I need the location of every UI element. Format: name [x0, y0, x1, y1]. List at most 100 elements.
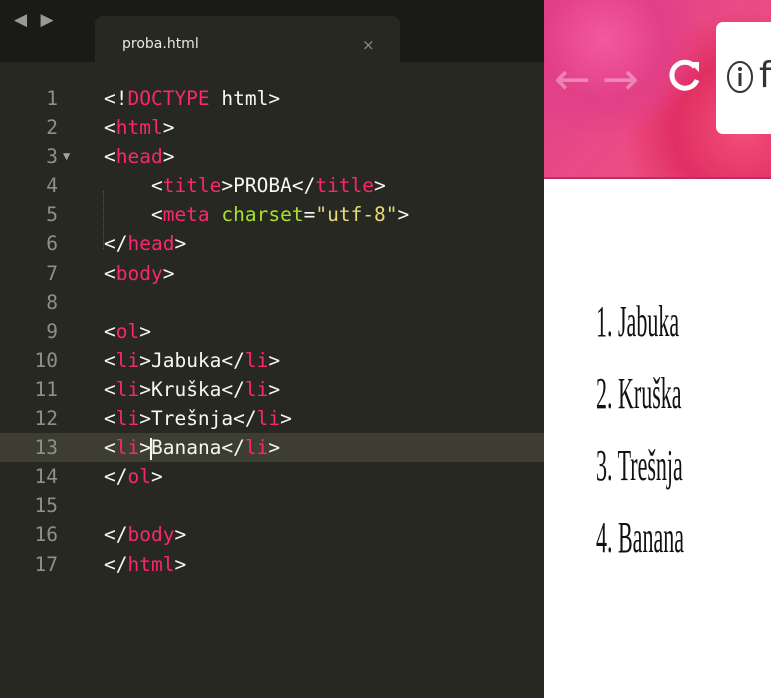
- address-bar[interactable]: f: [716, 22, 771, 134]
- line-number: 9: [46, 319, 58, 343]
- plain-token: =: [303, 203, 316, 227]
- code-text: <html>: [104, 113, 174, 142]
- code-text: </ol>: [104, 462, 163, 491]
- line-number: 14: [34, 465, 58, 489]
- tag-token: ol: [115, 319, 140, 343]
- line-number: 10: [34, 348, 58, 372]
- plain-token: >: [374, 174, 386, 198]
- plain-token: >Jabuka</: [139, 348, 245, 372]
- code-text: <li>Jabuka</li>: [104, 346, 280, 375]
- code-text: <title>PROBA</title>: [104, 171, 386, 200]
- tab-proba-html[interactable]: proba.html ×: [95, 16, 400, 62]
- list-item: 4. Banana: [596, 513, 684, 562]
- code-line[interactable]: 7 <body>: [0, 259, 544, 288]
- tag-token: html: [115, 116, 163, 140]
- list-item: 3. Trešnja: [596, 441, 683, 490]
- ordered-list: 1. Jabuka 2. Kruška 3. Trešnja 4. Banana: [596, 286, 771, 574]
- plain-token: <: [104, 145, 116, 169]
- toolbar-divider: [544, 177, 771, 179]
- code-text: </body>: [104, 520, 186, 549]
- code-line[interactable]: 4 <title>PROBA</title>: [0, 171, 544, 200]
- plain-token: >Trešnja</: [139, 407, 257, 431]
- code-area[interactable]: 1 <!DOCTYPE html> 2 <html> 3 ▼ <head> 4 <title>…: [0, 84, 544, 579]
- tag-token: title: [315, 174, 375, 198]
- tag-token: body: [115, 261, 163, 285]
- code-line[interactable]: 10 <li>Jabuka</li>: [0, 346, 544, 375]
- plain-token: >: [397, 203, 410, 227]
- tag-token: li: [244, 377, 269, 401]
- tag-token: ol: [127, 465, 151, 489]
- tab-title: proba.html: [122, 36, 199, 52]
- plain-token: <: [104, 174, 163, 198]
- code-text: </head>: [104, 229, 186, 258]
- tag-token: title: [162, 174, 222, 198]
- tab-nav-arrows[interactable]: ◀ ▶: [14, 10, 58, 30]
- plain-token: </: [104, 523, 128, 547]
- plain-token: >: [174, 523, 187, 547]
- code-line[interactable]: 8: [0, 288, 544, 317]
- code-line[interactable]: 9 <ol>: [0, 317, 544, 346]
- line-number: 5: [46, 203, 58, 227]
- plain-token: >: [174, 552, 187, 576]
- tag-token: li: [244, 436, 269, 460]
- line-number: 12: [34, 407, 58, 431]
- code-line[interactable]: 11 <li>Kruška</li>: [0, 375, 544, 404]
- code-line[interactable]: 1 <!DOCTYPE html>: [0, 84, 544, 113]
- plain-token: html>: [209, 87, 281, 110]
- plain-token: <: [104, 377, 116, 401]
- plain-token: >: [162, 261, 175, 285]
- close-icon[interactable]: ×: [362, 36, 375, 54]
- plain-token: </: [104, 465, 128, 489]
- code-line[interactable]: 13 <li>Banana</li>: [0, 433, 544, 463]
- code-text: <ol>: [104, 317, 151, 346]
- line-number: 6: [46, 232, 58, 256]
- line-number: 1: [46, 87, 58, 110]
- line-number: 15: [34, 494, 58, 518]
- arrow-right-icon[interactable]: →: [602, 58, 639, 102]
- code-line[interactable]: 14 </ol>: [0, 462, 544, 491]
- plain-token: >Kruška</: [139, 377, 245, 401]
- attribute-token: charset: [221, 203, 304, 227]
- plain-token: >: [162, 145, 175, 169]
- code-line[interactable]: 17 </html>: [0, 550, 544, 579]
- tag-token: li: [115, 407, 140, 431]
- code-line[interactable]: 5 <meta charset="utf-8">: [0, 200, 544, 229]
- string-token: "utf-8": [315, 203, 398, 227]
- tag-token: head: [115, 145, 163, 169]
- plain-token: <: [104, 436, 116, 460]
- code-text: </html>: [104, 550, 186, 579]
- tag-token: li: [256, 407, 281, 431]
- info-icon[interactable]: [726, 60, 754, 94]
- code-text: <head>: [104, 142, 174, 171]
- list-item: 1. Jabuka: [596, 297, 680, 346]
- code-line[interactable]: 2 <html>: [0, 113, 544, 142]
- line-number: 4: [46, 174, 58, 198]
- arrow-left-icon[interactable]: ←: [554, 58, 591, 102]
- tag-token: li: [115, 377, 140, 401]
- plain-token: >PROBA</: [221, 174, 316, 198]
- line-number: 2: [46, 116, 58, 140]
- tag-token: li: [244, 348, 269, 372]
- plain-token: <!: [104, 87, 128, 110]
- browser-toolbar: ← → f: [544, 0, 771, 179]
- line-number: 16: [34, 523, 58, 547]
- plain-token: <: [104, 261, 116, 285]
- line-number: 13: [34, 436, 58, 460]
- tag-token: DOCTYPE: [127, 87, 210, 110]
- code-line[interactable]: 16 </body>: [0, 520, 544, 549]
- list-item: 2. Kruška: [596, 369, 682, 418]
- code-line[interactable]: 12 <li>Trešnja</li>: [0, 404, 544, 433]
- browser-window: ← → f 1. Jabuka 2. Kruška 3. Trešnja 4. …: [544, 0, 771, 698]
- fold-arrow-icon[interactable]: ▼: [63, 142, 70, 171]
- reload-icon[interactable]: [666, 56, 704, 94]
- code-line[interactable]: 3 ▼ <head>: [0, 142, 544, 171]
- code-line[interactable]: 6 </head>: [0, 229, 544, 258]
- code-editor[interactable]: ◀ ▶ proba.html × 1 <!DOCTYPE html> 2 <html>…: [0, 0, 544, 698]
- tag-token: li: [115, 436, 140, 460]
- plain-token: >: [174, 232, 187, 256]
- code-text: <body>: [104, 259, 174, 288]
- code-line[interactable]: 15: [0, 491, 544, 520]
- plain-token: >: [268, 348, 281, 372]
- line-number: 7: [46, 261, 58, 285]
- tag-token: li: [115, 348, 140, 372]
